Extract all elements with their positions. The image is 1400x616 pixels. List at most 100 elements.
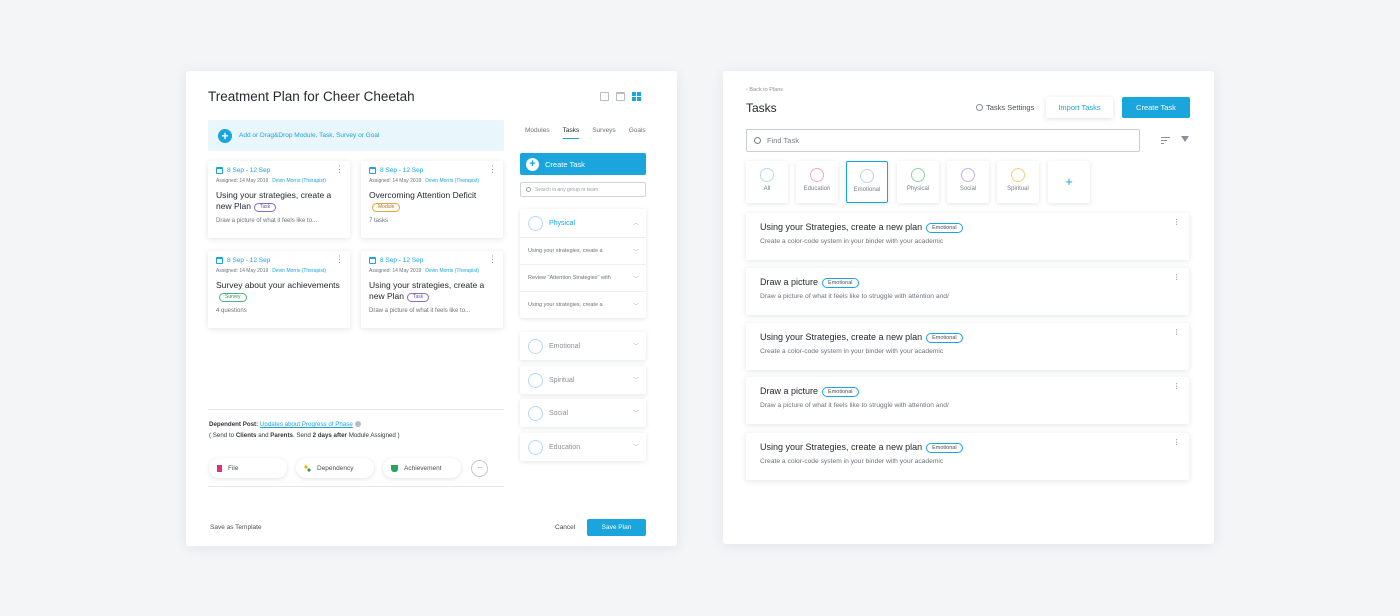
plus-icon: + <box>1065 174 1073 189</box>
category-label: Physical <box>906 186 930 192</box>
task-row[interactable]: Using your Strategies, create a new plan… <box>746 213 1189 260</box>
group-header[interactable]: Emotional ﹀ <box>520 332 646 360</box>
more-vert-icon[interactable]: ⋮ <box>488 165 497 174</box>
grid-view-icon[interactable] <box>632 92 641 101</box>
dep-days: 2 days after <box>312 432 347 439</box>
create-task-button[interactable]: Create Task <box>1122 97 1190 118</box>
more-vert-icon[interactable]: ··· <box>1171 328 1182 335</box>
sort-icon[interactable] <box>1161 137 1170 144</box>
card-title: Using your strategies, create a new Plan… <box>369 280 495 302</box>
group-physical[interactable]: Physical ︿ Using your strategies, create… <box>520 209 646 318</box>
more-vert-icon[interactable]: ··· <box>1171 438 1182 445</box>
more-options-button[interactable]: ··· <box>471 460 488 477</box>
assigned-text: Assigned: 14 May 2019 <box>216 178 269 184</box>
task-description: Draw a picture of what it feels like to … <box>760 402 949 409</box>
more-vert-icon[interactable]: ⋮ <box>335 255 344 264</box>
chevron-down-icon: ﹀ <box>632 250 639 256</box>
group-header[interactable]: Physical ︿ <box>520 209 646 237</box>
category-education[interactable]: Education <box>796 161 838 203</box>
assigned-text: Assigned: 14 May 2019 <box>369 178 422 184</box>
tab-tasks[interactable]: Tasks <box>562 127 580 139</box>
tasks-panel: ‹ Back to Plans Tasks Tasks Settings Imp… <box>723 71 1214 544</box>
assignee-link[interactable]: Devin Morris (Therapist) <box>425 178 479 184</box>
card-date: 8 Sep - 12 Sep <box>216 167 342 174</box>
tab-modules[interactable]: Modules <box>525 127 550 139</box>
group-education[interactable]: Education ﹀ <box>520 433 646 461</box>
plan-card[interactable]: 8 Sep - 12 Sep ⋮ Assigned: 14 May 2019 De… <box>361 251 503 328</box>
category-all[interactable]: All <box>746 161 788 203</box>
task-row[interactable]: Draw a picture Emotional Draw a picture o… <box>746 268 1189 315</box>
category-physical[interactable]: Physical <box>897 161 939 203</box>
import-tasks-button[interactable]: Import Tasks <box>1046 97 1113 118</box>
tab-goals[interactable]: Goals <box>629 127 646 139</box>
dependency-chip[interactable]: Dependency <box>296 458 374 478</box>
document-view-icon[interactable] <box>600 92 609 101</box>
calendar-view-icon[interactable] <box>616 92 625 101</box>
more-vert-icon[interactable]: ··· <box>1171 218 1182 225</box>
library-tabs: Modules Tasks Surveys Goals <box>525 127 646 139</box>
dep-text: ( Send to <box>209 432 236 439</box>
group-emotional[interactable]: Emotional ﹀ <box>520 332 646 360</box>
group-search-input[interactable]: Search in any group or team <box>520 182 646 197</box>
add-item-dropzone[interactable]: + Add or Drag&Drop Module, Task, Survey … <box>208 120 504 151</box>
assignee-link[interactable]: Devin Morris (Therapist) <box>272 268 326 274</box>
task-title: Using your Strategies, create a new plan <box>760 332 923 342</box>
task-title: Draw a picture <box>760 277 819 287</box>
chevron-down-icon: ﹀ <box>632 445 639 451</box>
dependent-link[interactable]: Updates about Progress of Phase <box>260 421 353 428</box>
more-vert-icon[interactable]: ··· <box>1171 382 1182 389</box>
save-plan-button[interactable]: Save Plan <box>587 519 646 536</box>
category-spiritual[interactable]: Spiritual <box>997 161 1039 203</box>
save-as-template-button[interactable]: Save as Template <box>210 524 262 531</box>
file-chip[interactable]: File <box>209 458 287 478</box>
find-task-input[interactable]: Find Task <box>746 129 1140 152</box>
task-description: Create a color-code system in your binde… <box>760 238 944 245</box>
group-header[interactable]: Education ﹀ <box>520 433 646 461</box>
category-label: Social <box>959 186 977 192</box>
task-row[interactable]: Using your Strategies, create a new plan… <box>746 433 1189 480</box>
card-date: 8 Sep - 12 Sep <box>216 257 342 264</box>
tasks-settings-button[interactable]: Tasks Settings <box>976 103 1034 112</box>
create-task-button[interactable]: + Create Task <box>520 153 646 175</box>
category-social[interactable]: Social <box>947 161 989 203</box>
calendar-icon <box>369 257 376 264</box>
group-task-item[interactable]: Using your strategies, create a ﹀ <box>520 237 646 264</box>
emotional-icon <box>528 338 543 354</box>
assignee-link[interactable]: Devin Morris (Therapist) <box>272 178 326 184</box>
more-vert-icon[interactable]: ··· <box>1171 273 1182 280</box>
task-row[interactable]: Using your Strategies, create a new plan… <box>746 323 1189 370</box>
tab-surveys[interactable]: Surveys <box>592 127 615 139</box>
category-emotional[interactable]: Emotional <box>846 161 888 203</box>
group-task-item[interactable]: Using your strategies, create a ﹀ <box>520 291 646 318</box>
task-row[interactable]: Draw a picture Emotional Draw a picture o… <box>746 377 1189 424</box>
create-task-label: Create Task <box>545 159 585 169</box>
assignee-link[interactable]: Devin Morris (Therapist) <box>425 268 479 274</box>
achievement-chip[interactable]: Achievement <box>383 458 461 478</box>
info-icon[interactable] <box>354 421 361 427</box>
group-spiritual[interactable]: Spiritual ﹀ <box>520 366 646 394</box>
more-vert-icon[interactable]: ⋮ <box>488 255 497 264</box>
task-description: Draw a picture of what it feels like to … <box>760 293 949 300</box>
back-to-plans-link[interactable]: ‹ Back to Plans <box>746 87 783 93</box>
group-task-item[interactable]: Review "Attention Strategies" with ﹀ <box>520 264 646 291</box>
task-item-label: Using your strategies, create a <box>528 248 603 254</box>
chevron-up-icon: ︿ <box>632 221 639 227</box>
search-icon <box>754 137 761 144</box>
cancel-button[interactable]: Cancel <box>555 524 575 531</box>
add-category-button[interactable]: + <box>1048 161 1090 203</box>
plan-card[interactable]: 8 Sep - 12 Sep ⋮ Assigned: 14 May 2019 De… <box>208 251 350 328</box>
assigned-text: Assigned: 14 May 2019 <box>369 268 422 274</box>
filter-icon[interactable] <box>1181 136 1189 142</box>
category-tag: Emotional <box>926 443 963 453</box>
card-title: Using your strategies, create a new Plan… <box>216 190 342 212</box>
more-vert-icon[interactable]: ⋮ <box>335 165 344 174</box>
plan-card[interactable]: 8 Sep - 12 Sep ⋮ Assigned: 14 May 2019 De… <box>361 161 503 238</box>
group-header[interactable]: Social ﹀ <box>520 399 646 427</box>
all-icon <box>760 168 774 182</box>
physical-icon <box>528 215 543 231</box>
group-social[interactable]: Social ﹀ <box>520 399 646 427</box>
calendar-icon <box>216 167 223 174</box>
date-text: 8 Sep - 12 Sep <box>227 167 271 174</box>
group-header[interactable]: Spiritual ﹀ <box>520 366 646 394</box>
plan-card[interactable]: 8 Sep - 12 Sep ⋮ Assigned: 14 May 2019 De… <box>208 161 350 238</box>
